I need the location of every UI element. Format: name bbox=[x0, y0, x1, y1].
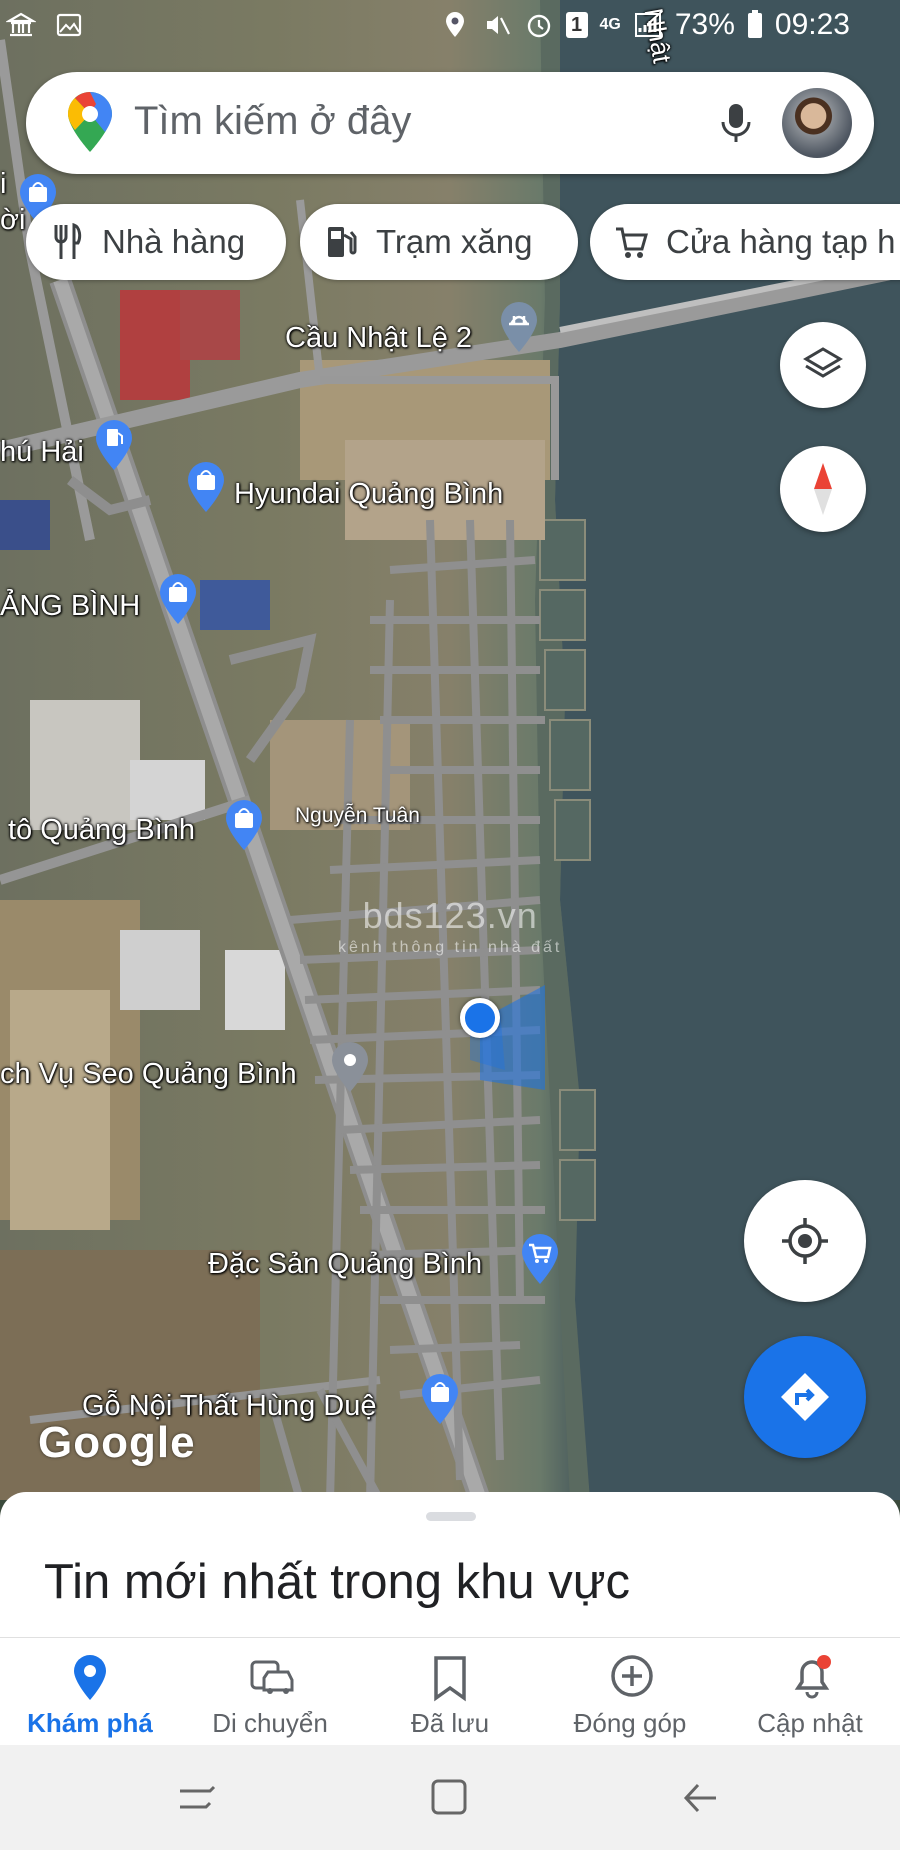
microphone-icon[interactable] bbox=[711, 98, 761, 148]
street-label-nguyen-tuan: Nguyễn Tuân bbox=[295, 804, 420, 827]
search-input[interactable]: Tìm kiếm ở đây bbox=[134, 99, 411, 144]
mute-icon bbox=[486, 16, 510, 35]
chip-label: Nhà hàng bbox=[102, 223, 246, 260]
nav-label: Đã lưu bbox=[410, 1708, 490, 1738]
bookmark-icon bbox=[434, 1656, 466, 1702]
add-circle-icon bbox=[611, 1655, 653, 1697]
map-label-cau-nhat-le[interactable]: Cầu Nhật Lệ 2 bbox=[285, 322, 472, 355]
shopping-bag-pin-icon[interactable] bbox=[222, 798, 266, 852]
shopping-cart-pin-icon[interactable] bbox=[518, 1232, 562, 1286]
home-icon[interactable] bbox=[425, 1773, 475, 1823]
layers-icon bbox=[803, 347, 843, 378]
layers-button[interactable] bbox=[780, 322, 866, 408]
current-location-dot bbox=[460, 998, 500, 1038]
nav-label: Di chuyển bbox=[212, 1708, 328, 1738]
network-type: 4G bbox=[599, 16, 621, 33]
search-bar[interactable]: Tìm kiếm ở đây bbox=[26, 72, 874, 174]
compass-icon bbox=[814, 463, 832, 515]
clock: 09:23 bbox=[774, 8, 850, 41]
explore-pin-icon bbox=[74, 1655, 106, 1700]
chip-label: Cửa hàng tạp h bbox=[666, 223, 896, 260]
bridge-landmark-pin-icon[interactable] bbox=[497, 300, 541, 354]
compass-button[interactable] bbox=[780, 446, 866, 532]
sim-badge: 1 bbox=[565, 12, 588, 38]
status-bar: 1 4G 73% 09:23 bbox=[0, 0, 900, 56]
battery-icon bbox=[747, 10, 762, 38]
nav-label: Đóng góp bbox=[573, 1708, 687, 1738]
chip-restaurants[interactable]: Nhà hàng bbox=[26, 204, 286, 280]
chip-label: Trạm xăng bbox=[376, 223, 533, 260]
nav-label: Cập nhật bbox=[757, 1708, 863, 1738]
crosshair-icon bbox=[782, 1218, 828, 1264]
gallery-icon bbox=[56, 13, 82, 37]
signal-icon bbox=[634, 13, 661, 37]
map-label-hyundai[interactable]: Hyundai Quảng Bình bbox=[234, 478, 503, 511]
chip-grocery[interactable]: Cửa hàng tạp h bbox=[590, 204, 900, 280]
gas-station-icon bbox=[328, 227, 357, 257]
sheet-drag-handle[interactable] bbox=[426, 1512, 476, 1521]
nav-saved[interactable]: Đã lưu bbox=[360, 1638, 540, 1745]
watermark-main: bds123.vn bbox=[362, 895, 538, 936]
back-icon[interactable] bbox=[676, 1773, 726, 1823]
bank-icon bbox=[6, 12, 36, 37]
map-label-oto[interactable]: tô Quảng Bình bbox=[8, 814, 195, 847]
commute-icon bbox=[250, 1660, 294, 1694]
shopping-bag-pin-icon[interactable] bbox=[184, 460, 228, 514]
system-navigation-bar bbox=[0, 1745, 900, 1850]
map-label-seo[interactable]: ch Vụ Seo Quảng Bình bbox=[0, 1058, 297, 1091]
map-label-dac-san[interactable]: Đặc Sản Quảng Bình bbox=[208, 1248, 482, 1281]
my-location-button[interactable] bbox=[744, 1180, 866, 1302]
map-label-edge: i bbox=[0, 168, 7, 200]
gas-station-pin-icon[interactable] bbox=[92, 418, 136, 472]
alarm-icon bbox=[527, 14, 550, 38]
notification-dot bbox=[817, 1655, 831, 1669]
nav-commute[interactable]: Di chuyển bbox=[180, 1638, 360, 1745]
sheet-title: Tin mới nhất trong khu vực bbox=[44, 1555, 631, 1609]
map-label-edge-2: ời bbox=[0, 204, 26, 236]
bottom-sheet[interactable]: Tin mới nhất trong khu vực bbox=[0, 1492, 900, 1642]
bell-icon bbox=[794, 1655, 831, 1699]
avatar[interactable] bbox=[782, 88, 852, 158]
shopping-cart-icon bbox=[616, 227, 648, 258]
map-label-phu-hai[interactable]: hú Hải bbox=[0, 436, 84, 469]
watermark-sub: kênh thông tin nhà đất bbox=[338, 939, 563, 956]
nav-explore[interactable]: Khám phá bbox=[0, 1638, 180, 1745]
google-logo: Google bbox=[38, 1418, 196, 1467]
recent-apps-icon[interactable] bbox=[172, 1773, 222, 1823]
restaurant-icon bbox=[54, 223, 82, 259]
directions-icon bbox=[781, 1373, 829, 1421]
nav-label: Khám phá bbox=[27, 1708, 153, 1738]
location-icon bbox=[445, 12, 464, 37]
nav-contribute[interactable]: Đóng góp bbox=[540, 1638, 720, 1745]
directions-button[interactable] bbox=[744, 1336, 866, 1458]
nav-updates[interactable]: Cập nhật bbox=[720, 1638, 900, 1745]
bottom-navigation: Khám phá Di chuyển Đã lưu Đóng góp Cập n… bbox=[0, 1637, 900, 1745]
shopping-bag-pin-icon[interactable] bbox=[418, 1372, 462, 1426]
watermark: bds123.vn kênh thông tin nhà đất bbox=[338, 895, 562, 957]
map-label-quang-binh[interactable]: ẢNG BÌNH bbox=[0, 590, 140, 623]
battery-percent: 73% bbox=[674, 8, 735, 41]
place-pin-icon[interactable] bbox=[328, 1040, 372, 1094]
google-maps-logo-icon bbox=[68, 92, 112, 152]
shopping-bag-pin-icon[interactable] bbox=[156, 572, 200, 626]
chip-gas-stations[interactable]: Trạm xăng bbox=[300, 204, 578, 280]
